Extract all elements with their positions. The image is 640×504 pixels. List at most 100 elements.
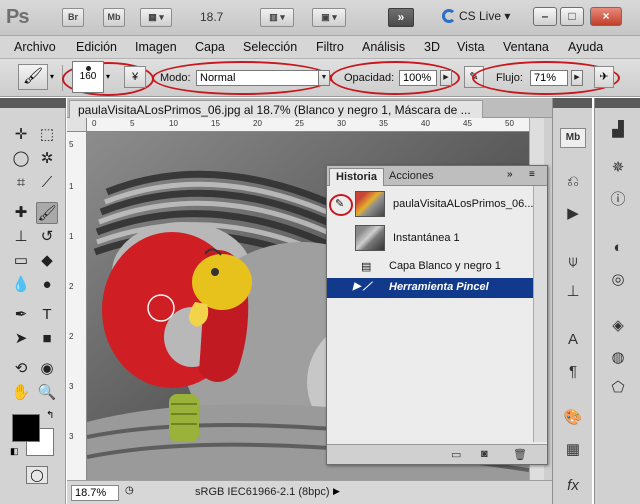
vertical-ruler[interactable]: 5 1 1 2 2 3 3: [67, 132, 87, 480]
menu-3d[interactable]: 3D: [424, 40, 440, 54]
zoom-level[interactable]: 18.7: [200, 10, 223, 24]
screen-mode-button[interactable]: ▣ ▾: [312, 8, 346, 27]
brush-picker-arrow-icon[interactable]: ▾: [106, 72, 110, 81]
3d-rotate-tool-icon[interactable]: ⟲: [10, 358, 32, 380]
dodge-tool-icon[interactable]: ●: [36, 274, 58, 296]
brush-presets-panel-icon[interactable]: ⍦: [560, 250, 586, 274]
paragraph-panel-icon[interactable]: ¶: [560, 360, 586, 384]
collapse-panel-icon[interactable]: »: [507, 169, 513, 180]
crop-tool-icon[interactable]: ⌗: [10, 172, 32, 194]
brush-tool-icon[interactable]: 🖌: [36, 202, 58, 224]
extras-button[interactable]: ▦ ▾: [140, 8, 172, 27]
dock-header[interactable]: [553, 98, 592, 108]
quick-selection-tool-icon[interactable]: ✲: [36, 148, 58, 170]
cs-live-menu[interactable]: CS Live ▾: [442, 9, 510, 23]
histogram-panel-icon[interactable]: ▟: [605, 118, 631, 142]
flow-input[interactable]: 71%: [530, 70, 568, 86]
pen-tool-icon[interactable]: ✒: [10, 304, 32, 326]
menu-ayuda[interactable]: Ayuda: [568, 40, 603, 54]
status-info-icon[interactable]: ◷: [125, 485, 134, 496]
workspace-expand-button[interactable]: »: [388, 8, 414, 27]
new-document-from-state-icon[interactable]: ▭: [451, 448, 461, 461]
spot-healing-tool-icon[interactable]: ✚: [10, 202, 32, 224]
actions-panel-icon[interactable]: ▶: [560, 202, 586, 226]
opacity-input[interactable]: 100%: [399, 70, 437, 86]
hand-tool-icon[interactable]: ✋: [10, 382, 32, 404]
history-state-layer[interactable]: ▤ Capa Blanco y negro 1: [327, 256, 533, 278]
menu-filtro[interactable]: Filtro: [316, 40, 344, 54]
marquee-tool-icon[interactable]: ⬚: [36, 124, 58, 146]
history-scrollbar[interactable]: [533, 186, 547, 442]
type-tool-icon[interactable]: T: [36, 304, 58, 326]
lasso-tool-icon[interactable]: ◯: [10, 148, 32, 170]
swatches-panel-icon[interactable]: 🎨: [560, 406, 586, 430]
swap-colors-icon[interactable]: ↰: [46, 410, 54, 421]
clone-source-panel-icon[interactable]: ⊥: [560, 280, 586, 304]
character-panel-icon[interactable]: A: [560, 328, 586, 352]
tools-panel-header[interactable]: [0, 98, 66, 108]
clone-stamp-tool-icon[interactable]: ⊥: [10, 226, 32, 248]
mode-select[interactable]: Normal: [196, 70, 320, 86]
opacity-slider-arrow[interactable]: ▶: [440, 70, 452, 86]
history-state-brush[interactable]: ▶ ⟋ Herramienta Pincel: [327, 278, 533, 298]
tab-historia[interactable]: Historia: [329, 168, 384, 186]
move-tool-icon[interactable]: ✛: [10, 124, 32, 146]
delete-state-icon[interactable]: 🗑: [513, 448, 527, 461]
mini-bridge-button[interactable]: Mb: [103, 8, 125, 27]
menu-edicion[interactable]: Edición: [76, 40, 117, 54]
menu-imagen[interactable]: Imagen: [135, 40, 177, 54]
fx-panel-icon[interactable]: fx: [560, 474, 586, 498]
status-menu-arrow-icon[interactable]: ▶: [333, 486, 340, 497]
3d-orbit-tool-icon[interactable]: ◉: [36, 358, 58, 380]
tool-preset-picker[interactable]: 🖌: [18, 64, 48, 90]
rectangle-tool-icon[interactable]: ■: [36, 328, 58, 350]
adjustments-panel-icon[interactable]: ◐: [605, 236, 631, 260]
blur-tool-icon[interactable]: 💧: [10, 274, 32, 296]
document-tab[interactable]: paulaVisitaALosPrimos_06.jpg al 18.7% (B…: [69, 100, 483, 118]
menu-capa[interactable]: Capa: [195, 40, 225, 54]
bridge-button[interactable]: Br: [62, 8, 84, 27]
mode-dropdown-arrow[interactable]: ▼: [318, 70, 330, 86]
ruler-origin[interactable]: [67, 118, 87, 132]
foreground-color-swatch[interactable]: [12, 414, 40, 442]
layers-panel-icon[interactable]: ◈: [605, 314, 631, 338]
history-snapshot-1[interactable]: Instantánea 1: [327, 222, 533, 256]
mini-bridge-panel-icon[interactable]: Mb: [560, 128, 586, 148]
close-window-button[interactable]: ×: [590, 7, 622, 26]
brush-panel-toggle[interactable]: ¥: [124, 66, 146, 88]
maximize-button[interactable]: □: [560, 7, 584, 26]
flow-slider-arrow[interactable]: ▶: [571, 70, 583, 86]
menu-seleccion[interactable]: Selección: [243, 40, 297, 54]
panel-menu-icon[interactable]: ≡: [529, 169, 535, 180]
styles-panel-icon[interactable]: ▦: [560, 438, 586, 462]
path-selection-tool-icon[interactable]: ➤: [10, 328, 32, 350]
paint-bucket-tool-icon[interactable]: ◆: [36, 250, 58, 272]
arrange-documents-button[interactable]: ▥ ▾: [260, 8, 294, 27]
airbrush-toggle[interactable]: ✈: [594, 66, 614, 88]
menu-archivo[interactable]: Archivo: [14, 40, 56, 54]
paths-panel-icon[interactable]: ⬠: [605, 376, 631, 400]
tab-acciones[interactable]: Acciones: [383, 168, 440, 186]
new-snapshot-icon[interactable]: ◙: [481, 448, 488, 460]
status-zoom-input[interactable]: 18.7%: [71, 485, 119, 501]
tool-preset-arrow-icon[interactable]: ▾: [50, 72, 54, 81]
info-panel-icon[interactable]: ⓘ: [605, 188, 631, 212]
history-brush-tool-icon[interactable]: ↺: [36, 226, 58, 248]
history-brush-source-icon[interactable]: ✎: [335, 197, 344, 210]
eraser-tool-icon[interactable]: ▭: [10, 250, 32, 272]
minimize-button[interactable]: –: [533, 7, 557, 26]
default-colors-icon[interactable]: ◧: [10, 446, 19, 457]
menu-analisis[interactable]: Análisis: [362, 40, 405, 54]
brush-picker[interactable]: 160: [72, 61, 104, 93]
history-snapshot-original[interactable]: ✎ paulaVisitaALosPrimos_06....: [327, 188, 537, 222]
zoom-tool-icon[interactable]: 🔍: [36, 382, 58, 404]
navigator-panel-icon[interactable]: ✵: [605, 156, 631, 180]
quick-mask-button[interactable]: ◯: [26, 466, 48, 484]
eyedropper-tool-icon[interactable]: ⟋: [36, 172, 58, 194]
channels-panel-icon[interactable]: ◍: [605, 346, 631, 370]
dock-header[interactable]: [595, 98, 640, 108]
masks-panel-icon[interactable]: ◎: [605, 268, 631, 292]
menu-vista[interactable]: Vista: [457, 40, 485, 54]
history-panel-icon[interactable]: ⎌: [560, 170, 586, 194]
menu-ventana[interactable]: Ventana: [503, 40, 549, 54]
